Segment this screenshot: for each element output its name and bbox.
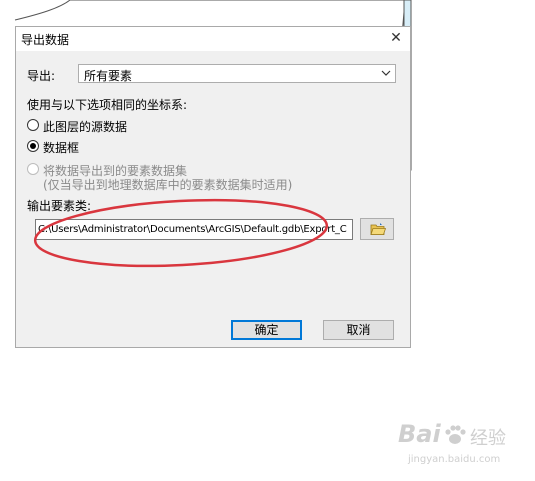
export-data-dialog: 导出数据 ✕ 导出: 所有要素 使用与以下选项相同的坐标系: 此图层的源数据 数… bbox=[15, 26, 411, 348]
radio-source-data-circle[interactable] bbox=[27, 119, 39, 131]
chevron-down-icon bbox=[381, 70, 391, 76]
output-path-input[interactable]: C:\Users\Administrator\Documents\ArcGIS\… bbox=[35, 219, 353, 240]
radio-feature-dataset-note: (仅当导出到地理数据库中的要素数据集时适用) bbox=[43, 178, 293, 192]
dialog-title: 导出数据 bbox=[21, 33, 70, 47]
radio-source-data-label: 此图层的源数据 bbox=[43, 120, 128, 134]
paw-icon bbox=[445, 425, 466, 444]
open-folder-icon bbox=[370, 223, 386, 235]
export-select-value: 所有要素 bbox=[84, 69, 133, 83]
radio-data-frame-circle[interactable] bbox=[27, 140, 39, 152]
radio-data-frame-label: 数据框 bbox=[43, 141, 80, 155]
cancel-button[interactable]: 取消 bbox=[323, 320, 394, 340]
export-label: 导出: bbox=[27, 69, 56, 83]
export-select[interactable]: 所有要素 bbox=[78, 64, 396, 83]
dialog-titlebar: 导出数据 ✕ bbox=[16, 27, 410, 51]
watermark-brand-cn: 经验 bbox=[470, 428, 506, 449]
baidu-watermark: Bai 经验 jingyan.baidu.com bbox=[398, 420, 528, 470]
coordinate-system-label: 使用与以下选项相同的坐标系: bbox=[27, 98, 188, 112]
radio-feature-dataset-circle bbox=[27, 163, 39, 175]
watermark-brand: Bai bbox=[398, 420, 441, 448]
ok-button[interactable]: 确定 bbox=[231, 320, 302, 340]
close-icon[interactable]: ✕ bbox=[388, 30, 404, 46]
watermark-url: jingyan.baidu.com bbox=[408, 454, 501, 465]
output-feature-class-label: 输出要素类: bbox=[27, 199, 92, 213]
browse-button[interactable] bbox=[360, 218, 394, 240]
